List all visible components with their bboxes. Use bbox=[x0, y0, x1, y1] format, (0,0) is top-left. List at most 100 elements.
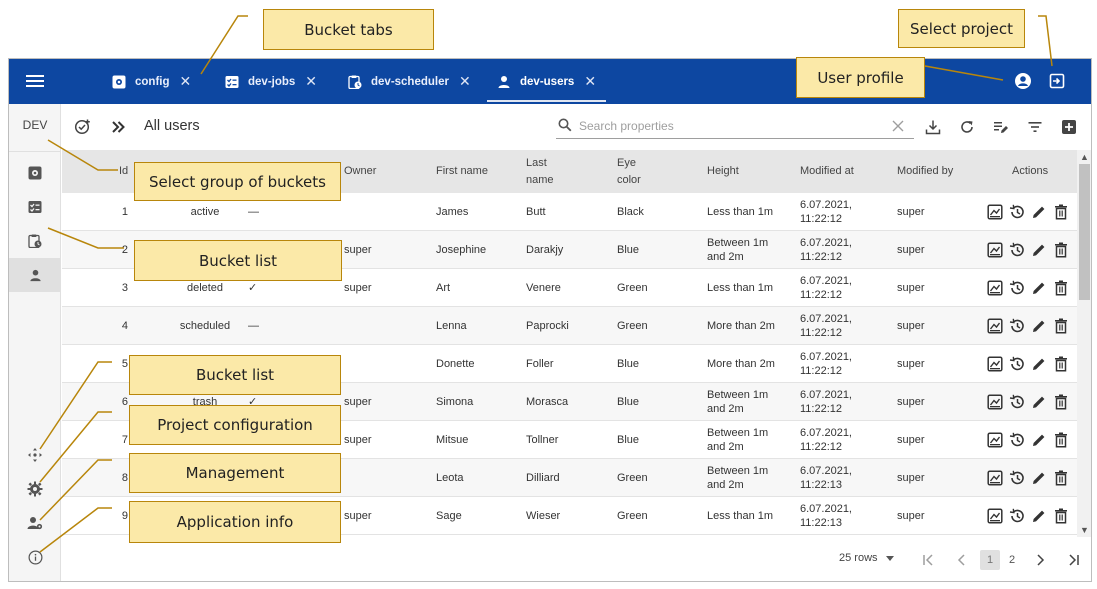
col-header-eye-color[interactable]: Eye color bbox=[617, 150, 657, 193]
select-project-icon[interactable] bbox=[1048, 72, 1066, 90]
chevron-double-right-icon[interactable] bbox=[109, 118, 127, 136]
trash-icon[interactable] bbox=[1052, 317, 1070, 335]
pencil-icon[interactable] bbox=[1030, 507, 1048, 525]
add-box-icon[interactable] bbox=[1060, 118, 1078, 136]
trash-icon[interactable] bbox=[1052, 355, 1070, 373]
cell-modified-by: super bbox=[897, 320, 925, 332]
trash-icon[interactable] bbox=[1052, 507, 1070, 525]
cell-modified-by: super bbox=[897, 358, 925, 370]
pencil-icon[interactable] bbox=[1030, 355, 1048, 373]
close-icon[interactable]: ✕ bbox=[180, 73, 192, 90]
tab-label: config bbox=[135, 75, 170, 88]
trash-icon[interactable] bbox=[1052, 431, 1070, 449]
col-header-height[interactable]: Height bbox=[707, 150, 739, 193]
chart-box-icon[interactable] bbox=[986, 203, 1004, 221]
scrollbar[interactable]: ▲ ▼ bbox=[1077, 150, 1091, 537]
cell-last-name: Dilliard bbox=[526, 472, 560, 484]
rows-per-page-select[interactable]: 25 rows bbox=[839, 552, 894, 564]
scroll-down-icon[interactable]: ▼ bbox=[1077, 523, 1091, 537]
col-header-id[interactable]: Id bbox=[119, 150, 128, 193]
tab-dev-scheduler[interactable]: dev-scheduler ✕ bbox=[348, 59, 471, 104]
history-icon[interactable] bbox=[1008, 355, 1026, 373]
pencil-icon[interactable] bbox=[1030, 317, 1048, 335]
history-icon[interactable] bbox=[1008, 203, 1026, 221]
cell-id: 6 bbox=[121, 396, 128, 408]
cell-first-name: Art bbox=[436, 282, 451, 294]
pencil-icon[interactable] bbox=[1030, 241, 1048, 259]
chart-box-icon[interactable] bbox=[986, 469, 1004, 487]
page-button-1[interactable]: 1 bbox=[980, 550, 1000, 570]
trash-icon[interactable] bbox=[1052, 241, 1070, 259]
chart-box-icon[interactable] bbox=[986, 241, 1004, 259]
sidebar-project-configuration[interactable] bbox=[9, 472, 61, 506]
chart-box-icon[interactable] bbox=[986, 317, 1004, 335]
trash-icon[interactable] bbox=[1052, 279, 1070, 297]
sidebar-item-dev-jobs[interactable] bbox=[9, 190, 61, 224]
sidebar-management[interactable] bbox=[9, 506, 61, 540]
cell-modified-by: super bbox=[897, 472, 925, 484]
modified-date: 6.07.2021, bbox=[800, 313, 852, 325]
pencil-icon[interactable] bbox=[1030, 393, 1048, 411]
history-icon[interactable] bbox=[1008, 507, 1026, 525]
scroll-up-icon[interactable]: ▲ bbox=[1077, 150, 1091, 164]
select-group-icon[interactable] bbox=[74, 118, 92, 136]
cell-first-name: Mitsue bbox=[436, 434, 469, 446]
col-header-modified-by[interactable]: Modified by bbox=[897, 150, 957, 193]
modified-time: 11:22:12 bbox=[800, 213, 843, 225]
chart-box-icon[interactable] bbox=[986, 507, 1004, 525]
close-icon[interactable]: ✕ bbox=[584, 73, 596, 90]
refresh-icon[interactable] bbox=[958, 118, 976, 136]
sidebar-item-dev-users[interactable] bbox=[9, 258, 61, 292]
pencil-icon[interactable] bbox=[1030, 469, 1048, 487]
sidebar-item-config[interactable] bbox=[9, 156, 61, 190]
search-input[interactable] bbox=[579, 117, 879, 135]
next-page-icon[interactable] bbox=[1030, 550, 1050, 570]
user-profile-icon[interactable] bbox=[1014, 72, 1032, 90]
tab-dev-users[interactable]: dev-users ✕ bbox=[486, 59, 607, 104]
history-icon[interactable] bbox=[1008, 431, 1026, 449]
hamburger-icon[interactable] bbox=[26, 72, 44, 90]
first-page-icon[interactable] bbox=[918, 550, 938, 570]
pencil-icon[interactable] bbox=[1030, 203, 1048, 221]
download-icon[interactable] bbox=[924, 118, 942, 136]
sidebar-application-info[interactable] bbox=[9, 540, 61, 574]
page-button-2[interactable]: 2 bbox=[1002, 550, 1022, 570]
col-header-last-name[interactable]: Last name bbox=[526, 150, 576, 193]
cell-eye-color: Green bbox=[617, 282, 648, 294]
col-header-owner[interactable]: Owner bbox=[344, 150, 376, 193]
chart-box-icon[interactable] bbox=[986, 355, 1004, 373]
sidebar-item-dev-scheduler[interactable] bbox=[9, 224, 61, 258]
cell-last-name: Venere bbox=[526, 282, 561, 294]
col-header-modified-at[interactable]: Modified at bbox=[800, 150, 860, 193]
tab-dev-jobs[interactable]: dev-jobs ✕ bbox=[225, 59, 317, 104]
row-actions bbox=[986, 241, 1070, 259]
project-label[interactable]: DEV bbox=[9, 118, 61, 132]
chart-box-icon[interactable] bbox=[986, 393, 1004, 411]
clear-icon[interactable] bbox=[892, 120, 904, 132]
filter-icon[interactable] bbox=[1026, 118, 1044, 136]
trash-icon[interactable] bbox=[1052, 203, 1070, 221]
chart-box-icon[interactable] bbox=[986, 279, 1004, 297]
cell-last-name: Tollner bbox=[526, 434, 559, 446]
close-icon[interactable]: ✕ bbox=[459, 73, 471, 90]
cell-id: 8 bbox=[121, 472, 128, 484]
sidebar-bucket-list[interactable] bbox=[9, 438, 61, 472]
history-icon[interactable] bbox=[1008, 279, 1026, 297]
scroll-thumb[interactable] bbox=[1079, 164, 1090, 300]
pencil-icon[interactable] bbox=[1030, 431, 1048, 449]
edit-list-icon[interactable] bbox=[992, 118, 1010, 136]
col-header-first-name[interactable]: First name bbox=[436, 150, 496, 193]
trash-icon[interactable] bbox=[1052, 393, 1070, 411]
close-icon[interactable]: ✕ bbox=[305, 73, 317, 90]
history-icon[interactable] bbox=[1008, 317, 1026, 335]
trash-icon[interactable] bbox=[1052, 469, 1070, 487]
table-row[interactable]: 4 scheduled — Lenna Paprocki Green More than 2… bbox=[62, 307, 1077, 345]
pencil-icon[interactable] bbox=[1030, 279, 1048, 297]
chart-box-icon[interactable] bbox=[986, 431, 1004, 449]
tab-config[interactable]: config ✕ bbox=[112, 59, 191, 104]
last-page-icon[interactable] bbox=[1064, 550, 1084, 570]
history-icon[interactable] bbox=[1008, 241, 1026, 259]
history-icon[interactable] bbox=[1008, 393, 1026, 411]
history-icon[interactable] bbox=[1008, 469, 1026, 487]
prev-page-icon[interactable] bbox=[952, 550, 972, 570]
